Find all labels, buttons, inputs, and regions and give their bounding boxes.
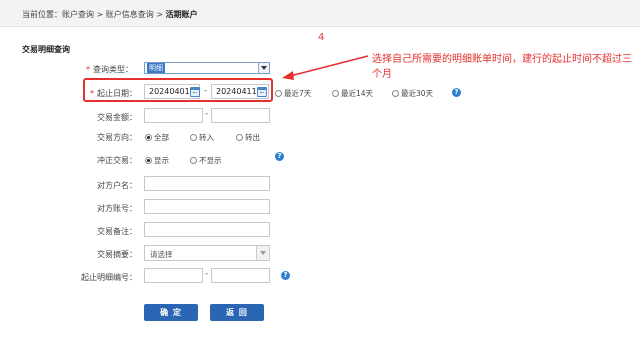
annotation-text: 选择自己所需要的明细账单时间，建行的起止时间不超过三个月 (372, 54, 632, 80)
annotation-number: 4 (318, 32, 325, 43)
